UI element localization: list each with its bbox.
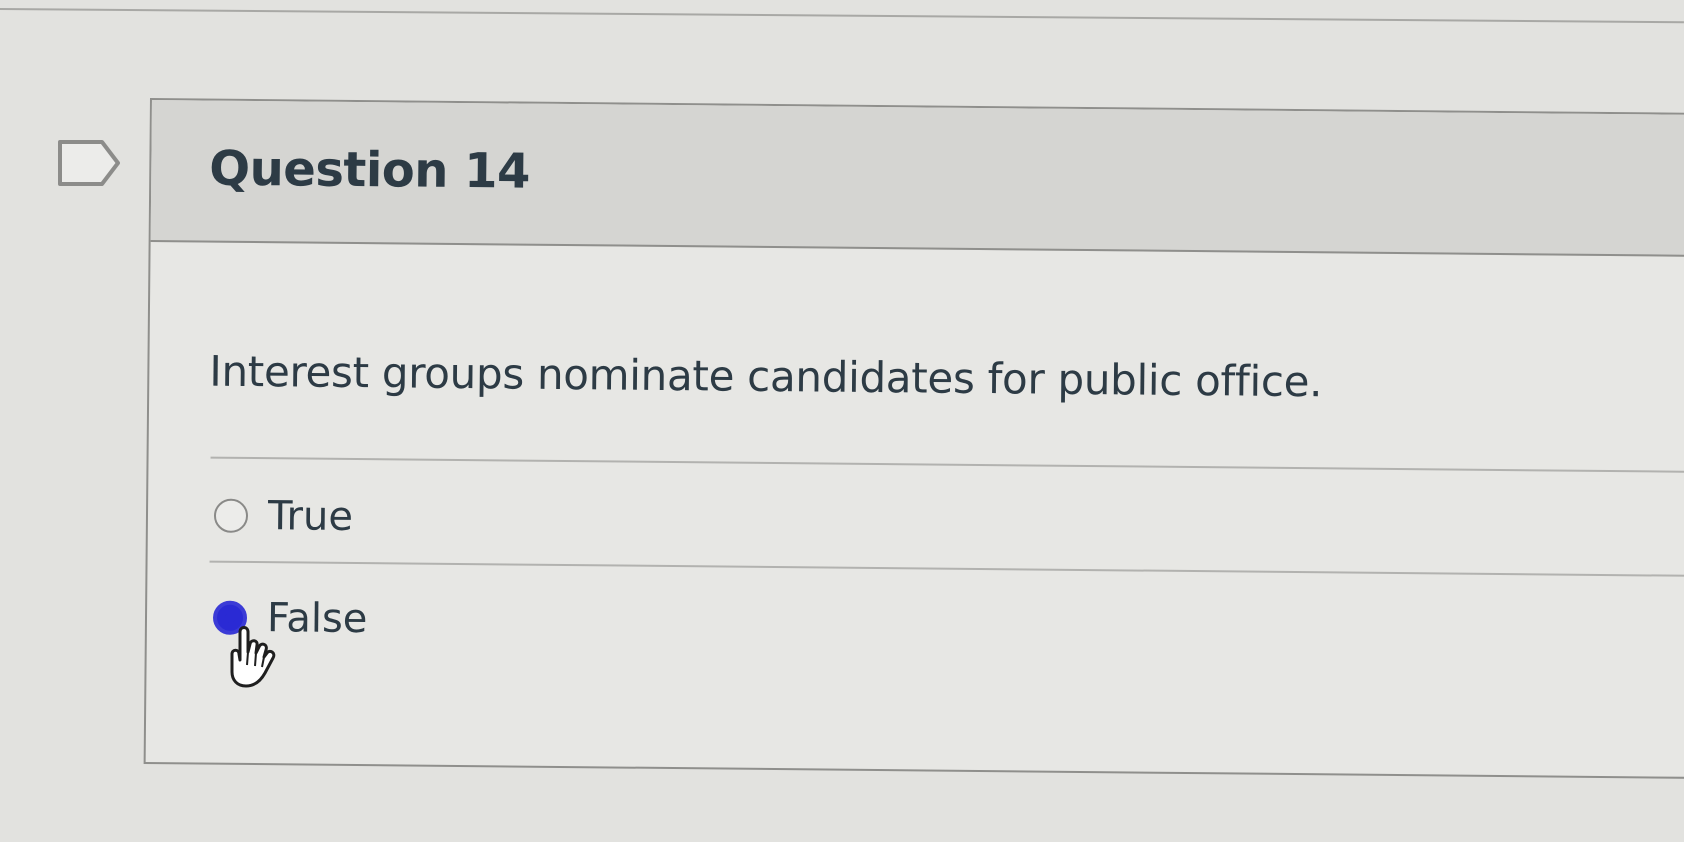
true-radio-button[interactable] (213, 498, 249, 533)
answer-label-false[interactable]: False (267, 595, 368, 642)
question-title: Question 14 (209, 140, 531, 200)
page-divider (0, 8, 1684, 24)
answer-option-true[interactable]: True (213, 491, 353, 542)
question-card: Question 14 Interest groups nominate can… (143, 98, 1684, 779)
answer-label-true[interactable]: True (268, 493, 353, 540)
question-header: Question 14 (150, 100, 1684, 257)
hand-pointer-icon (230, 626, 276, 688)
question-text: Interest groups nominate candidates for … (209, 346, 1323, 407)
flag-icon[interactable] (58, 140, 120, 186)
answer-divider (210, 456, 1684, 473)
answer-divider (209, 560, 1684, 577)
